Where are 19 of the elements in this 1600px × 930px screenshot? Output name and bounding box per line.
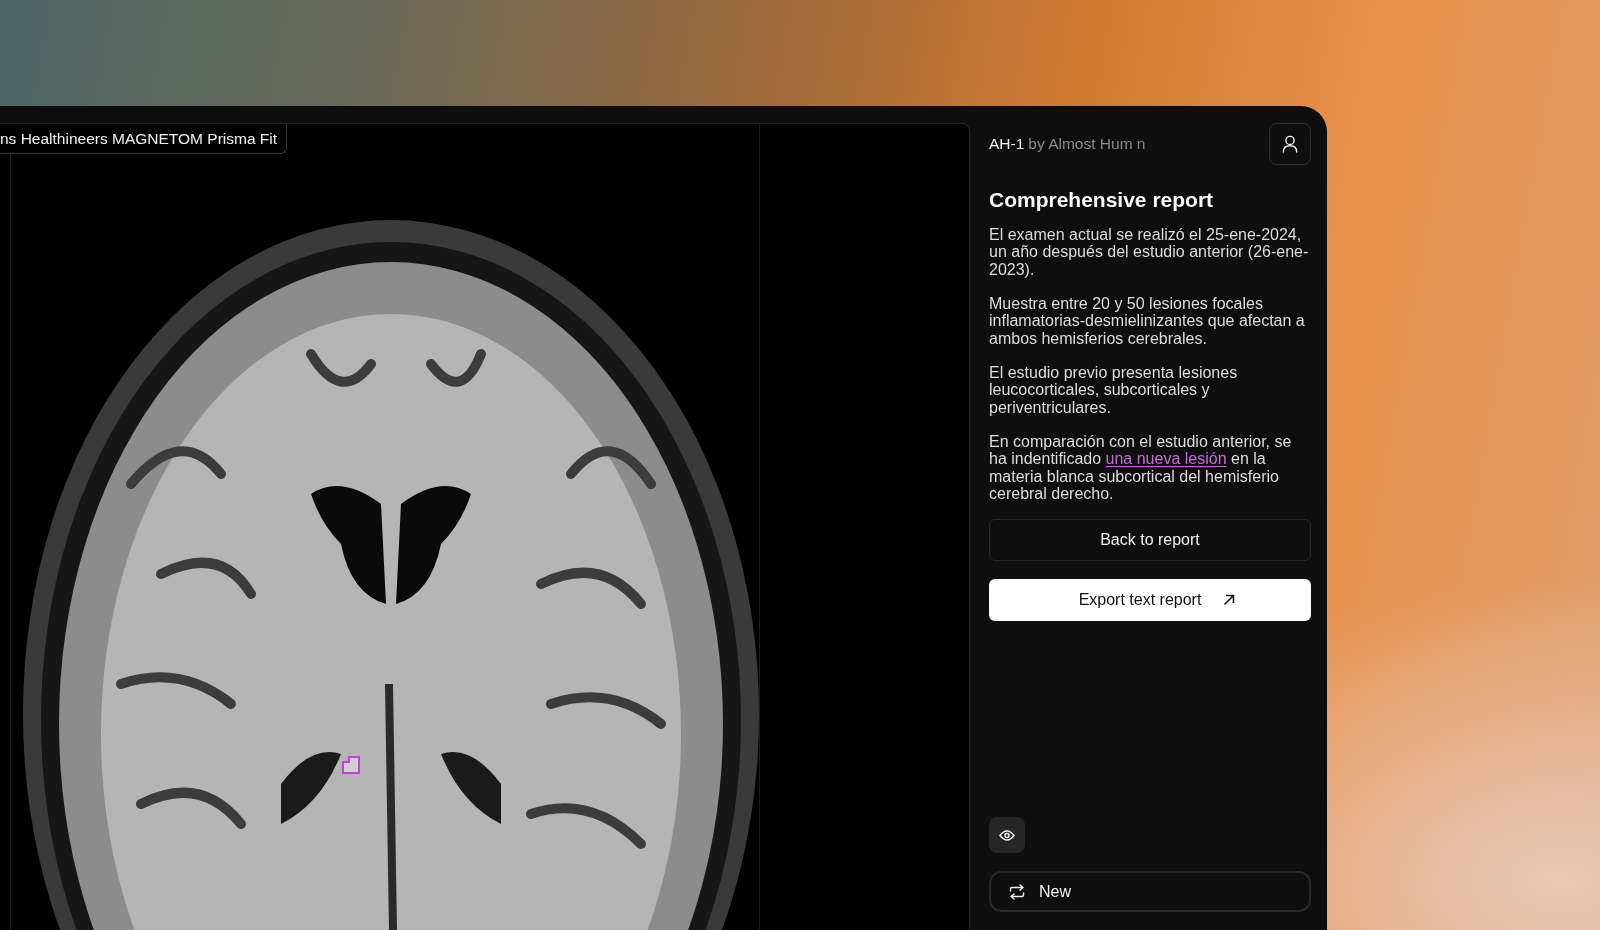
user-icon bbox=[1282, 135, 1298, 153]
scanner-label: ns Healthineers MAGNETOM Prisma Fit bbox=[0, 124, 288, 154]
report-paragraph: El examen actual se realizó el 25-ene-2024, un año después del estudio anterior (26-ene-2023). bbox=[989, 226, 1310, 279]
lesion-link[interactable]: una nueva lesión bbox=[1105, 450, 1227, 468]
export-button[interactable]: Export text report bbox=[989, 579, 1311, 622]
visibility-button[interactable] bbox=[989, 817, 1025, 853]
report-title: Comprehensive report bbox=[989, 187, 1215, 213]
report-paragraph: El estudio previo presenta lesiones leucocorticales, subcorticales y periventriculares. bbox=[989, 364, 1239, 417]
repeat-icon bbox=[1009, 883, 1025, 900]
report-paragraph: En comparación con el estudio anterior, se ha indentificado una nueva lesión en la materia blanca subcortical del hemisferio cerebral derecho. bbox=[989, 433, 1293, 503]
eye-icon bbox=[999, 829, 1015, 841]
lesion-marker-icon bbox=[342, 756, 360, 774]
user-button[interactable] bbox=[1269, 123, 1311, 165]
model-name: AH-1 bbox=[989, 135, 1025, 153]
model-author: by Almost Hum n bbox=[1028, 135, 1146, 153]
arrow-up-right-icon bbox=[1223, 594, 1236, 607]
new-button[interactable]: New bbox=[989, 871, 1311, 912]
back-button[interactable]: Back to report bbox=[989, 519, 1311, 562]
report-paragraph: Muestra entre 20 y 50 lesiones focales inflamatorias-desmielinizantes que afectan a ambos hemisferios cerebrales. bbox=[989, 295, 1306, 348]
